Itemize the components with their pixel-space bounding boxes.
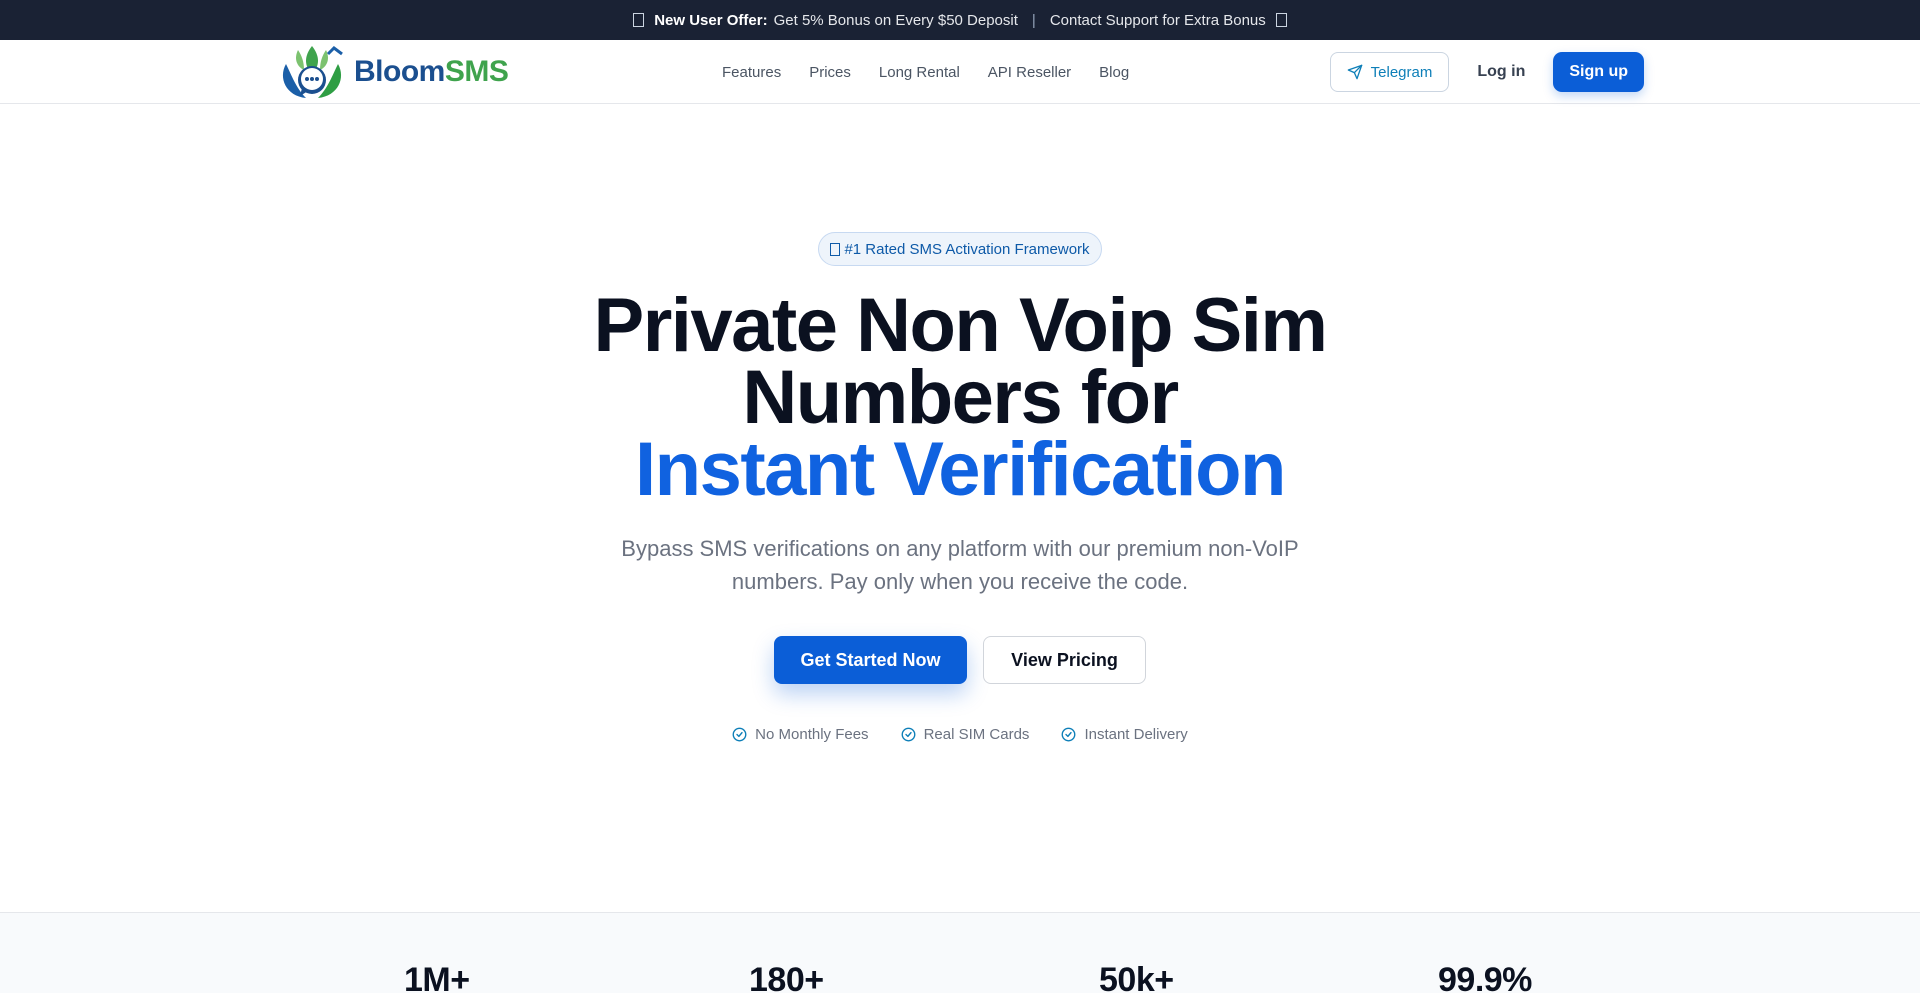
nav-link-features[interactable]: Features (722, 64, 781, 81)
hero-perks: No Monthly Fees Real SIM Cards Instant D… (0, 726, 1920, 743)
paper-plane-icon (1347, 64, 1362, 80)
stats-section: 1M+ 180+ 50k+ 99.9% (0, 912, 1920, 999)
hero-cta-group: Get Started Now View Pricing (774, 636, 1146, 684)
hero-section: #1 Rated SMS Activation Framework Privat… (0, 104, 1920, 912)
telegram-button[interactable]: Telegram (1329, 52, 1450, 92)
stat-value: 1M+ (404, 961, 470, 999)
stat-value: 99.9% (1438, 961, 1532, 999)
promo-banner: New User Offer: Get 5% Bonus on Every $5… (0, 0, 1920, 40)
perk-item: Real SIM Cards (901, 726, 1030, 743)
signup-button[interactable]: Sign up (1553, 52, 1644, 92)
promo-offer-text: Get 5% Bonus on Every $50 Deposit (773, 11, 1018, 29)
perk-item: Instant Delivery (1061, 726, 1188, 743)
telegram-label: Telegram (1370, 63, 1433, 81)
logo-icon (282, 46, 343, 98)
stat-value: 180+ (749, 961, 824, 999)
headline-line-2: Numbers for (742, 355, 1179, 440)
perk-label: Instant Delivery (1084, 726, 1188, 743)
rating-badge: #1 Rated SMS Activation Framework (818, 232, 1102, 266)
hero-headline: Private Non Voip Sim Numbers for Instant… (0, 283, 1920, 512)
missing-glyph-icon (830, 242, 841, 256)
nav-link-long-rental[interactable]: Long Rental (879, 64, 960, 81)
subtitle-line-2: numbers. Pay only when you receive the c… (731, 569, 1189, 594)
login-button[interactable]: Log in (1477, 63, 1525, 81)
check-circle-icon (1062, 727, 1076, 742)
perk-item: No Monthly Fees (732, 726, 869, 743)
promo-offer-label: New User Offer: (654, 11, 768, 29)
promo-separator: | (1031, 11, 1036, 29)
stat-value: 50k+ (1099, 961, 1174, 999)
perk-label: Real SIM Cards (923, 726, 1030, 743)
top-navigation: BloomSMS Features Prices Long Rental API… (0, 40, 1920, 104)
rating-badge-text: #1 Rated SMS Activation Framework (844, 240, 1090, 258)
missing-glyph-icon (633, 13, 645, 27)
nav-link-blog[interactable]: Blog (1099, 64, 1129, 81)
brand-logo[interactable]: BloomSMS (276, 44, 509, 100)
headline-line-1: Private Non Voip Sim (593, 283, 1328, 368)
nav-link-prices[interactable]: Prices (809, 64, 851, 81)
brand-name: BloomSMS (354, 55, 509, 88)
perk-label: No Monthly Fees (755, 726, 869, 743)
view-pricing-button[interactable]: View Pricing (983, 636, 1146, 684)
subtitle-line-1: Bypass SMS verifications on any platform… (621, 536, 1299, 561)
check-circle-icon (732, 727, 747, 742)
nav-actions: Telegram Log in Sign up (1329, 52, 1644, 92)
hero-subtitle: Bypass SMS verifications on any platform… (0, 532, 1920, 598)
get-started-button[interactable]: Get Started Now (774, 636, 967, 684)
main-menu: Features Prices Long Rental API Reseller… (722, 40, 1129, 104)
promo-support-link[interactable]: Contact Support for Extra Bonus (1050, 12, 1266, 29)
headline-accent: Instant Verification (635, 427, 1286, 512)
missing-glyph-icon (1275, 13, 1287, 27)
check-circle-icon (901, 727, 915, 742)
nav-link-api-reseller[interactable]: API Reseller (988, 64, 1071, 81)
